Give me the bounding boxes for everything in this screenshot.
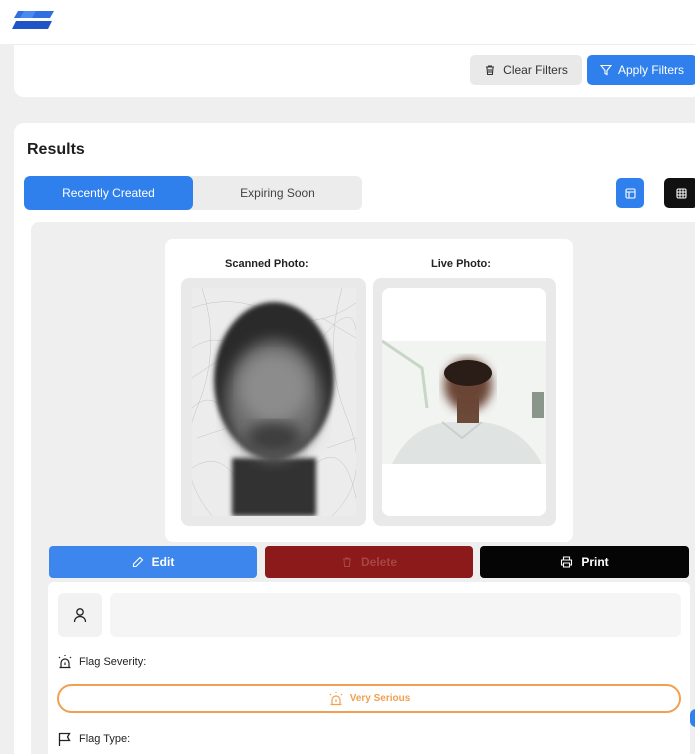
user-icon bbox=[73, 608, 87, 623]
scanned-photo-image bbox=[192, 288, 356, 516]
tab-expiring-soon[interactable]: Expiring Soon bbox=[193, 176, 362, 210]
clear-filters-button[interactable]: Clear Filters bbox=[470, 55, 582, 85]
flag-type-label: Flag Type: bbox=[79, 733, 131, 745]
filter-icon bbox=[600, 64, 612, 76]
delete-button[interactable]: Delete bbox=[265, 546, 473, 578]
grid-view-icon bbox=[675, 187, 687, 199]
results-tabs: Recently Created Expiring Soon bbox=[24, 176, 362, 210]
flag-type-field: Flag Type: bbox=[57, 731, 130, 747]
flag-severity-value: Very Serious bbox=[349, 693, 411, 704]
clear-filters-label: Clear Filters bbox=[503, 63, 568, 77]
apply-filters-label: Apply Filters bbox=[618, 63, 685, 77]
trash-icon bbox=[342, 557, 351, 568]
live-photo[interactable] bbox=[382, 288, 546, 516]
delete-label: Delete bbox=[360, 555, 398, 569]
alarm-icon bbox=[329, 691, 343, 705]
user-name-field bbox=[110, 593, 681, 637]
print-label: Print bbox=[581, 555, 609, 569]
top-bar bbox=[0, 0, 695, 44]
alarm-icon bbox=[58, 655, 72, 669]
pencil-icon bbox=[132, 556, 143, 568]
scroll-indicator[interactable] bbox=[690, 709, 695, 727]
card-view-button[interactable] bbox=[616, 178, 644, 208]
print-button[interactable]: Print bbox=[480, 546, 689, 578]
card-view-icon bbox=[624, 187, 636, 199]
edit-button[interactable]: Edit bbox=[49, 546, 257, 578]
grid-view-button[interactable] bbox=[664, 178, 695, 208]
flag-severity-field: Flag Severity: bbox=[57, 654, 146, 670]
flag-icon bbox=[58, 732, 71, 746]
flag-severity-label: Flag Severity: bbox=[79, 656, 147, 668]
live-photo-label: Live Photo: bbox=[431, 258, 491, 270]
live-photo-image bbox=[382, 288, 546, 516]
user-avatar bbox=[58, 593, 102, 637]
apply-filters-button[interactable]: Apply Filters bbox=[587, 55, 695, 85]
scanned-photo-label: Scanned Photo: bbox=[225, 258, 309, 270]
printer-icon bbox=[561, 556, 573, 568]
tab-recently-created[interactable]: Recently Created bbox=[24, 176, 193, 210]
results-title: Results bbox=[27, 141, 85, 158]
edit-label: Edit bbox=[151, 555, 175, 569]
flag-severity-badge: Very Serious bbox=[57, 684, 681, 713]
trash-icon bbox=[486, 65, 495, 76]
scanned-photo[interactable] bbox=[192, 288, 356, 516]
app-logo-icon[interactable] bbox=[12, 9, 56, 31]
